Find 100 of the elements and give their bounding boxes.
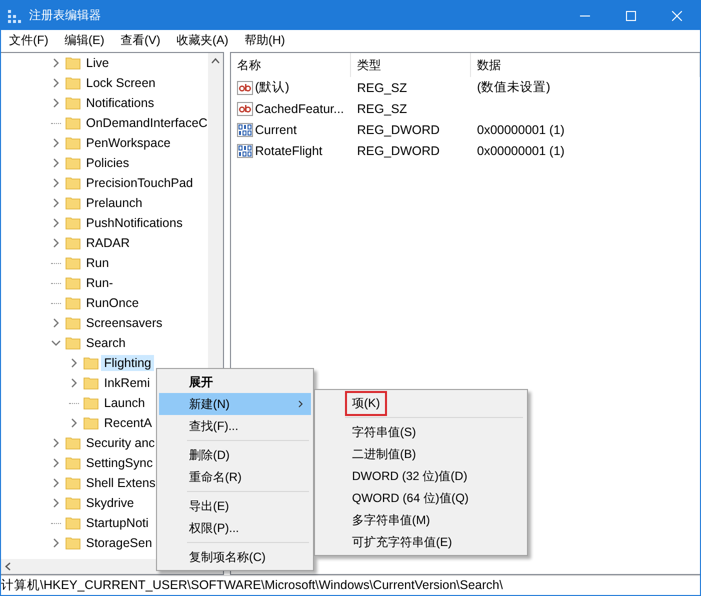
tree-item[interactable]: Security anc: [83, 435, 158, 451]
tree-item[interactable]: StorageSen: [83, 535, 156, 551]
tree-item[interactable]: RunOnce: [83, 295, 142, 311]
tree-item[interactable]: RADAR: [83, 235, 133, 251]
scroll-left-icon[interactable]: [5, 562, 11, 571]
menu-option[interactable]: DWORD (32 位)值(D): [345, 464, 474, 488]
folder-icon: [65, 55, 81, 71]
folder-icon: [65, 515, 81, 531]
chevron-icon[interactable]: [51, 438, 61, 448]
table-cell-text: 0x00000001 (1): [476, 122, 566, 139]
scroll-up-icon[interactable]: [211, 58, 220, 64]
string-value-icon: [237, 80, 253, 96]
chevron-icon[interactable]: [51, 498, 61, 508]
folder-icon: [65, 195, 81, 211]
chevron-icon[interactable]: [51, 58, 61, 68]
tree-item[interactable]: RecentA: [101, 415, 155, 431]
registry-icon: [7, 8, 23, 24]
chevron-icon[interactable]: [51, 138, 61, 148]
folder-icon: [65, 495, 81, 511]
tree-item[interactable]: Prelaunch: [83, 195, 146, 211]
binary-value-icon: [237, 142, 253, 158]
tree-item[interactable]: OnDemandInterfaceC: [83, 115, 208, 131]
tree-item[interactable]: PenWorkspace: [83, 135, 174, 151]
menu-option[interactable]: 权限(P)...: [159, 517, 311, 539]
value-name: (默认): [255, 79, 290, 96]
menu-item[interactable]: 帮助(H): [238, 30, 291, 50]
menu-option[interactable]: QWORD (64 位)值(Q): [345, 486, 476, 510]
tree-item[interactable]: InkRemi: [101, 375, 153, 391]
maximize-icon: [626, 10, 636, 20]
table-cell-text: 0x00000001 (1): [476, 142, 566, 160]
tree-item[interactable]: Shell Extens: [83, 475, 158, 491]
tree-item[interactable]: StartupNoti: [83, 515, 152, 531]
chevron-icon[interactable]: [51, 158, 61, 168]
chevron-icon[interactable]: [69, 418, 79, 428]
tree-item[interactable]: Policies: [83, 155, 132, 171]
menu-option[interactable]: 二进制值(B): [345, 442, 423, 466]
menu-option[interactable]: 复制项名称(C): [159, 546, 311, 568]
menu-item[interactable]: 文件(F): [3, 30, 54, 50]
chevron-icon[interactable]: [51, 478, 61, 488]
tree-item[interactable]: PushNotifications: [83, 215, 186, 231]
menu-option[interactable]: 新建(N): [159, 393, 311, 415]
chevron-icon[interactable]: [51, 458, 61, 468]
menu-option[interactable]: 查找(F)...: [159, 415, 311, 437]
chevron-icon[interactable]: [51, 78, 61, 88]
folder-icon: [83, 355, 99, 371]
tree-item[interactable]: SettingSync: [83, 455, 156, 471]
menu-option[interactable]: 字符串值(S): [345, 420, 423, 444]
column-header[interactable]: 数据: [471, 53, 700, 77]
menu-option[interactable]: 展开: [159, 371, 311, 393]
menu-option[interactable]: 删除(D): [159, 444, 311, 466]
folder-icon: [65, 275, 81, 291]
binary-value-icon: [237, 122, 253, 138]
chevron-icon[interactable]: [51, 198, 61, 208]
tree-item[interactable]: Launch: [101, 395, 148, 411]
chevron-icon[interactable]: [51, 338, 61, 348]
menu-option[interactable]: 可扩充字符串值(E): [345, 530, 459, 554]
tree-item[interactable]: Search: [83, 335, 129, 351]
tree-item[interactable]: Run-: [83, 275, 116, 291]
tree-item[interactable]: PrecisionTouchPad: [83, 175, 196, 191]
folder-icon: [83, 395, 99, 411]
tree-item[interactable]: Live: [83, 55, 112, 71]
folder-icon: [65, 295, 81, 311]
menu-option[interactable]: 项(K): [345, 390, 387, 416]
table-cell-text: REG_SZ: [356, 100, 408, 118]
menu-option[interactable]: 重命名(R): [159, 466, 311, 488]
menu-option[interactable]: 多字符串值(M): [345, 508, 437, 532]
tree-item[interactable]: Notifications: [83, 95, 158, 111]
tree-item[interactable]: Skydrive: [83, 495, 137, 511]
menu-item[interactable]: 查看(V): [114, 30, 166, 50]
chevron-icon[interactable]: [69, 378, 79, 388]
chevron-icon[interactable]: [51, 538, 61, 548]
folder-icon: [65, 95, 81, 111]
chevron-icon[interactable]: [51, 238, 61, 248]
tree-item[interactable]: Lock Screen: [83, 75, 158, 91]
folder-icon: [65, 235, 81, 251]
folder-icon: [65, 455, 81, 471]
string-value-icon: [237, 100, 253, 116]
tree-item[interactable]: Run: [83, 255, 112, 271]
value-name: CachedFeatur...: [255, 102, 344, 116]
table-cell-text: REG_DWORD: [356, 122, 441, 138]
table-cell-text: (数值未设置): [476, 79, 552, 96]
folder-icon: [65, 255, 81, 271]
column-header[interactable]: 名称: [231, 53, 351, 77]
chevron-icon[interactable]: [69, 358, 79, 368]
window-title: 注册表编辑器: [29, 7, 102, 24]
folder-icon: [65, 155, 81, 171]
folder-icon: [65, 215, 81, 231]
chevron-icon[interactable]: [51, 318, 61, 328]
chevron-icon[interactable]: [51, 178, 61, 188]
chevron-icon[interactable]: [51, 98, 61, 108]
menu-item[interactable]: 收藏夹(A): [170, 30, 234, 50]
folder-icon: [65, 315, 81, 331]
tree-item[interactable]: Screensavers: [83, 315, 166, 331]
column-header[interactable]: 类型: [351, 53, 471, 77]
tree-item[interactable]: Flighting: [101, 355, 154, 371]
close-icon: [672, 10, 682, 20]
chevron-icon[interactable]: [51, 218, 61, 228]
menu-item[interactable]: 编辑(E): [58, 30, 110, 50]
menu-option[interactable]: 导出(E): [159, 495, 311, 517]
table-cell-text: REG_DWORD: [356, 142, 441, 160]
